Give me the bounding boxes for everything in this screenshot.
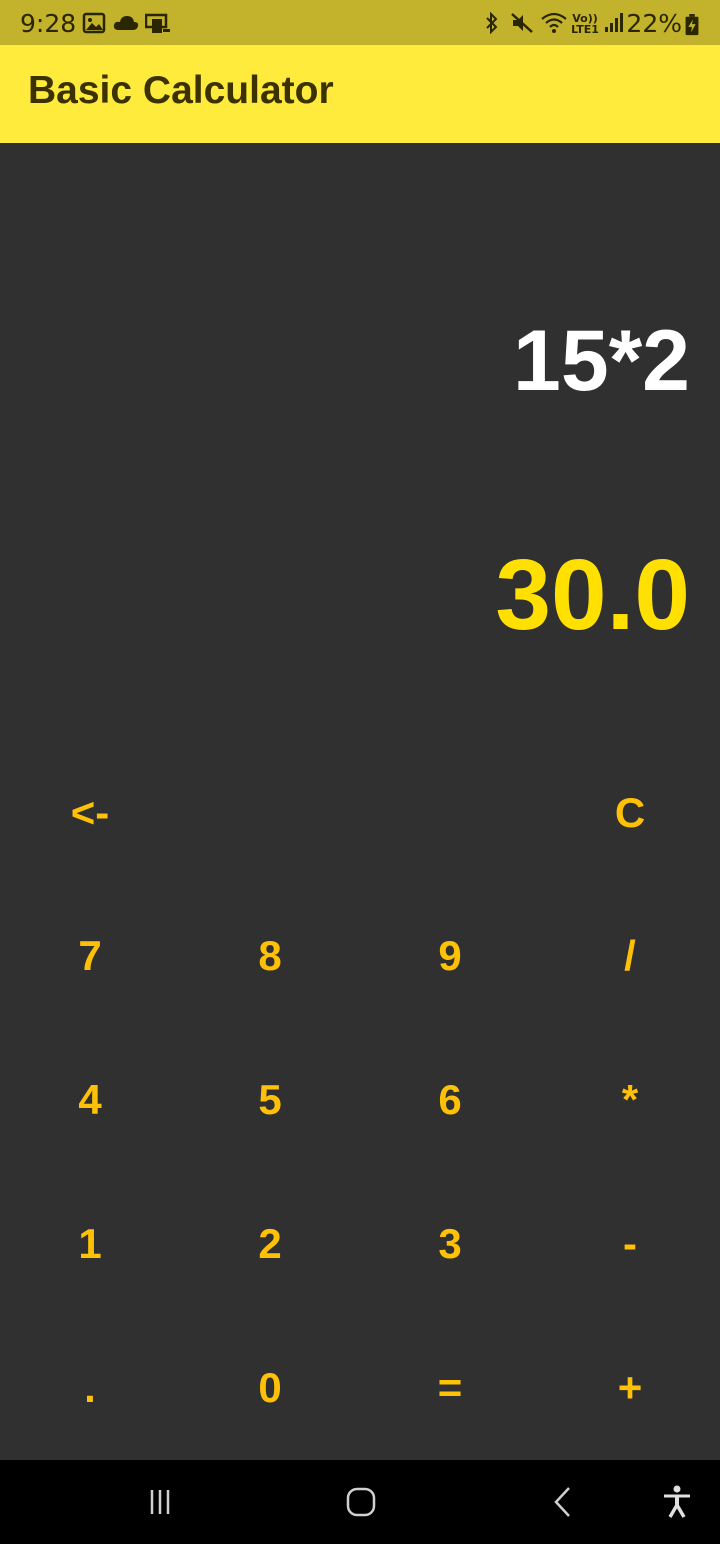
image-icon [82, 12, 106, 34]
add-button[interactable]: + [555, 1333, 705, 1443]
wifi-icon [541, 12, 567, 33]
expression-display: 15*2 [513, 313, 690, 409]
multiply-button[interactable]: * [555, 1045, 705, 1155]
home-icon [346, 1487, 376, 1517]
divide-button[interactable]: / [555, 901, 705, 1011]
bluetooth-icon [486, 12, 498, 34]
signal-icon [605, 13, 623, 32]
key-8[interactable]: 8 [195, 901, 345, 1011]
cloud-icon [113, 16, 139, 30]
key-4[interactable]: 4 [15, 1045, 165, 1155]
app-title: Basic Calculator [28, 69, 334, 112]
key-6[interactable]: 6 [375, 1045, 525, 1155]
app-bar: Basic Calculator [0, 45, 720, 143]
subtract-button[interactable]: - [555, 1189, 705, 1299]
decimal-button[interactable]: . [15, 1333, 165, 1443]
phone-link-icon [145, 13, 170, 33]
key-7[interactable]: 7 [15, 901, 165, 1011]
status-time: 9:28 [20, 9, 77, 38]
accessibility-icon [664, 1485, 690, 1518]
mute-icon [511, 13, 533, 33]
battery-charging-icon [685, 14, 699, 36]
accessibility-button[interactable] [647, 1472, 707, 1532]
navigation-bar [0, 1460, 720, 1544]
backspace-button[interactable]: <- [15, 758, 165, 868]
home-button[interactable] [331, 1472, 391, 1532]
network-label: Vo)) LTE1 [571, 12, 599, 36]
key-3[interactable]: 3 [375, 1189, 525, 1299]
key-9[interactable]: 9 [375, 901, 525, 1011]
key-0[interactable]: 0 [195, 1333, 345, 1443]
equals-button[interactable]: = [375, 1333, 525, 1443]
key-5[interactable]: 5 [195, 1045, 345, 1155]
back-icon [554, 1487, 570, 1517]
key-2[interactable]: 2 [195, 1189, 345, 1299]
battery-percent: 22% [626, 9, 682, 38]
calculator-screen: 9:28 Vo)) LTE1 22% Basic Calculator 15*2… [0, 0, 720, 1544]
recent-apps-icon [150, 1490, 170, 1514]
result-display: 30.0 [495, 539, 690, 651]
back-button[interactable] [534, 1472, 594, 1532]
clear-button[interactable]: C [555, 758, 705, 868]
recent-apps-button[interactable] [130, 1472, 190, 1532]
status-bar: 9:28 Vo)) LTE1 22% [0, 0, 720, 45]
key-1[interactable]: 1 [15, 1189, 165, 1299]
